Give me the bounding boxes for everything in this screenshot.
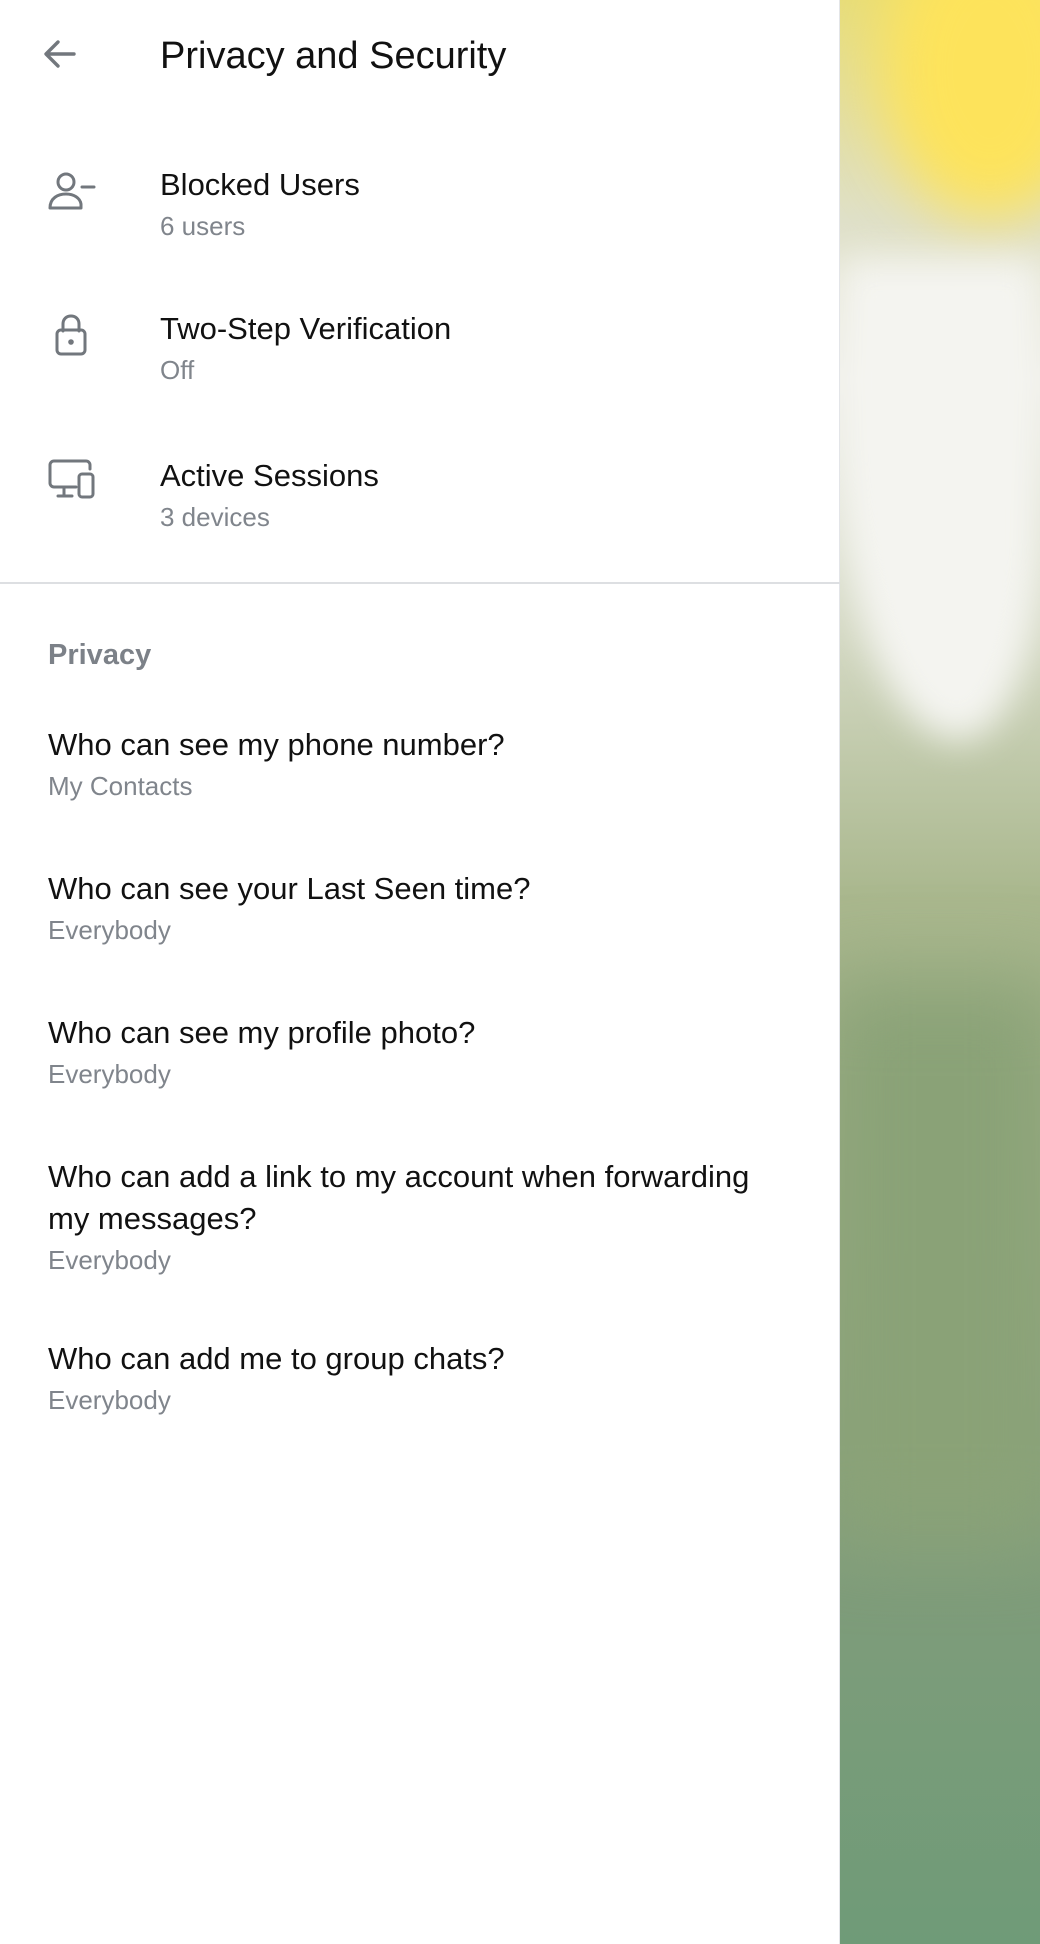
settings-panel: Privacy and Security Blocked Users 6 use… [0, 0, 840, 1944]
wallpaper-green-blur [840, 980, 1040, 1540]
group-chats-privacy-label: Who can add me to group chats? [48, 1341, 505, 1376]
phone-number-privacy-value: My Contacts [48, 771, 193, 801]
two-step-verification-status: Off [160, 355, 195, 385]
two-step-verification-item[interactable]: Two-Step Verification Off [0, 294, 840, 404]
blocked-users-label: Blocked Users [160, 167, 360, 202]
last-seen-privacy-item[interactable]: Who can see your Last Seen time? Everybo… [0, 854, 840, 974]
profile-photo-privacy-item[interactable]: Who can see my profile photo? Everybody [0, 998, 840, 1118]
chat-wallpaper-background [840, 0, 1040, 1944]
profile-photo-privacy-label: Who can see my profile photo? [48, 1015, 476, 1050]
lock-icon [46, 309, 98, 361]
back-button[interactable] [40, 30, 104, 82]
active-sessions-label: Active Sessions [160, 458, 379, 493]
arrow-left-icon [40, 34, 80, 79]
devices-icon [46, 454, 98, 506]
wallpaper-yellow-blur [880, 0, 1040, 220]
blocked-users-item[interactable]: Blocked Users 6 users [0, 150, 840, 260]
last-seen-privacy-label: Who can see your Last Seen time? [48, 871, 531, 906]
section-divider [0, 582, 840, 584]
forwarding-link-privacy-value: Everybody [48, 1245, 171, 1275]
profile-photo-privacy-value: Everybody [48, 1059, 171, 1089]
group-chats-privacy-value: Everybody [48, 1385, 171, 1415]
privacy-section-header: Privacy [48, 639, 152, 671]
phone-number-privacy-label: Who can see my phone number? [48, 727, 505, 762]
forwarding-link-privacy-item[interactable]: Who can add a link to my account when fo… [0, 1142, 840, 1302]
wallpaper-white-blur [840, 260, 1040, 740]
page-title: Privacy and Security [160, 35, 507, 77]
last-seen-privacy-value: Everybody [48, 915, 171, 945]
forwarding-link-privacy-label: Who can add a link to my account when fo… [48, 1159, 750, 1236]
blocked-users-count: 6 users [160, 211, 246, 241]
active-sessions-count: 3 devices [160, 502, 270, 532]
user-minus-icon [46, 168, 98, 220]
two-step-verification-label: Two-Step Verification [160, 311, 452, 346]
phone-number-privacy-item[interactable]: Who can see my phone number? My Contacts [0, 710, 840, 830]
top-bar: Privacy and Security [0, 0, 840, 112]
privacy-security-screen: Privacy and Security Blocked Users 6 use… [0, 0, 1040, 1944]
active-sessions-item[interactable]: Active Sessions 3 devices [0, 440, 840, 550]
group-chats-privacy-item[interactable]: Who can add me to group chats? Everybody [0, 1324, 840, 1444]
